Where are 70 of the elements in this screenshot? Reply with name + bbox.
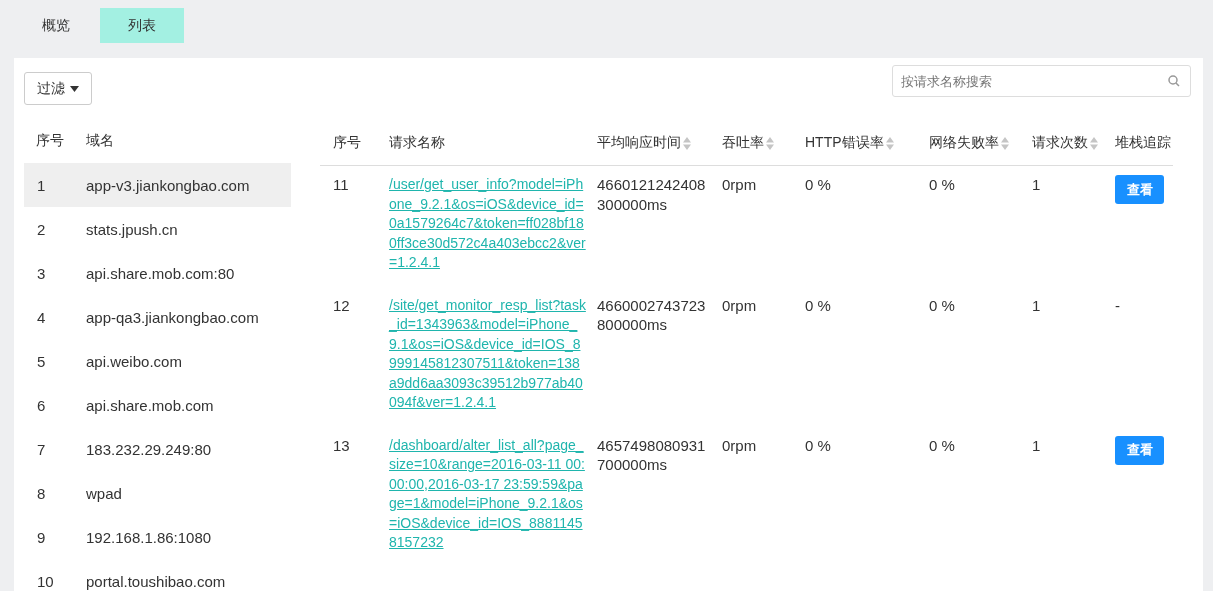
table-cell: 4660002743723800000ms [597, 295, 707, 335]
table-cell: app-v3.jiankongbao.com [86, 176, 250, 194]
table-cell: stats.jpush.cn [86, 220, 178, 238]
table-cell: 0 % [805, 436, 831, 454]
domain-row[interactable]: 10 portal.toushibao.com [24, 559, 291, 591]
table-cell: 0 % [929, 436, 955, 454]
sort-icon[interactable] [1001, 136, 1009, 150]
sort-icon[interactable] [683, 136, 691, 150]
column-header: 序号 [35, 132, 65, 150]
table-cell: - [1115, 296, 1120, 314]
domain-row[interactable]: 2 stats.jpush.cn [24, 207, 291, 251]
table-cell: 11 [333, 176, 349, 193]
column-header: 吞吐率 [722, 134, 764, 152]
domain-row[interactable]: 6 api.share.mob.com [24, 383, 291, 427]
table-cell: 0rpm [722, 296, 757, 314]
table-cell: api.share.mob.com:80 [86, 264, 235, 282]
search-field[interactable]: 按请求名称搜索 [892, 65, 1191, 97]
table-cell: portal.toushibao.com [86, 572, 226, 590]
table-cell: 0rpm [722, 176, 757, 193]
table-cell: 192.168.1.86:1080 [86, 528, 212, 546]
table-cell: 1 [1032, 296, 1041, 314]
table-cell-text: 4 [36, 308, 47, 326]
column-header: 请求次数 [1032, 134, 1088, 152]
column-header: 平均响应时间 [597, 134, 681, 152]
tab[interactable]: 列表 [100, 8, 184, 43]
domain-row[interactable]: 9 192.168.1.86:1080 [24, 515, 291, 559]
table-cell-text: 3 [36, 264, 47, 282]
table-cell-text: 10 [36, 572, 55, 590]
table-cell: 183.232.29.249:80 [86, 440, 212, 458]
tab[interactable]: 概览 [20, 8, 92, 43]
column-header: HTTP错误率 [805, 134, 884, 152]
filter-dropdown-button[interactable]: 过滤 [24, 72, 92, 105]
table-cell-text: 8 [36, 484, 47, 502]
sort-icon[interactable] [1090, 136, 1098, 150]
table-cell-text: 7 [36, 440, 47, 458]
sort-icon[interactable] [766, 136, 774, 150]
column-header: 域名 [86, 132, 114, 150]
table-cell: 0 % [805, 296, 831, 314]
table-cell: 0 % [929, 296, 955, 314]
table-cell-text: 9 [36, 528, 47, 546]
table-cell: wpad [86, 484, 122, 502]
table-cell: api.share.mob.com [86, 396, 214, 414]
table-cell: 0 % [805, 176, 831, 193]
table-cell: app-qa3.jiankongbao.com [86, 308, 259, 326]
caret-icon [70, 85, 79, 92]
table-cell-text: 6 [36, 396, 47, 414]
table-cell-text: 2 [36, 220, 47, 238]
column-header: 堆栈追踪 [1115, 134, 1171, 152]
table-cell: 1 [1032, 176, 1041, 193]
search-icon [1168, 75, 1180, 87]
domain-row[interactable]: 7 183.232.29.249:80 [24, 427, 291, 471]
table-cell: api.weibo.com [86, 352, 182, 370]
table-cell: 13 [333, 436, 350, 454]
column-header: 请求名称 [389, 134, 445, 152]
table-cell-text: 1 [36, 176, 47, 194]
sort-icon[interactable] [885, 136, 894, 150]
domain-row[interactable]: 4 app-qa3.jiankongbao.com [24, 295, 291, 339]
column-header: 序号 [333, 134, 361, 152]
domain-row[interactable]: 1 app-v3.jiankongbao.com [24, 163, 291, 207]
domain-row[interactable]: 3 api.share.mob.com:80 [24, 251, 291, 295]
table-cell-text: 5 [36, 352, 47, 370]
table-cell: 0 % [929, 176, 955, 193]
column-header: 网络失败率 [929, 134, 999, 152]
domain-row[interactable]: 5 api.weibo.com [24, 339, 291, 383]
domain-row[interactable]: 8 wpad [24, 471, 291, 515]
table-cell: 4657498080931700000ms [597, 435, 707, 475]
table-cell: 1 [1032, 436, 1041, 454]
table-cell: 4660121242408300000ms [597, 175, 707, 214]
table-cell: 12 [333, 296, 350, 314]
table-cell: 0rpm [722, 436, 757, 454]
